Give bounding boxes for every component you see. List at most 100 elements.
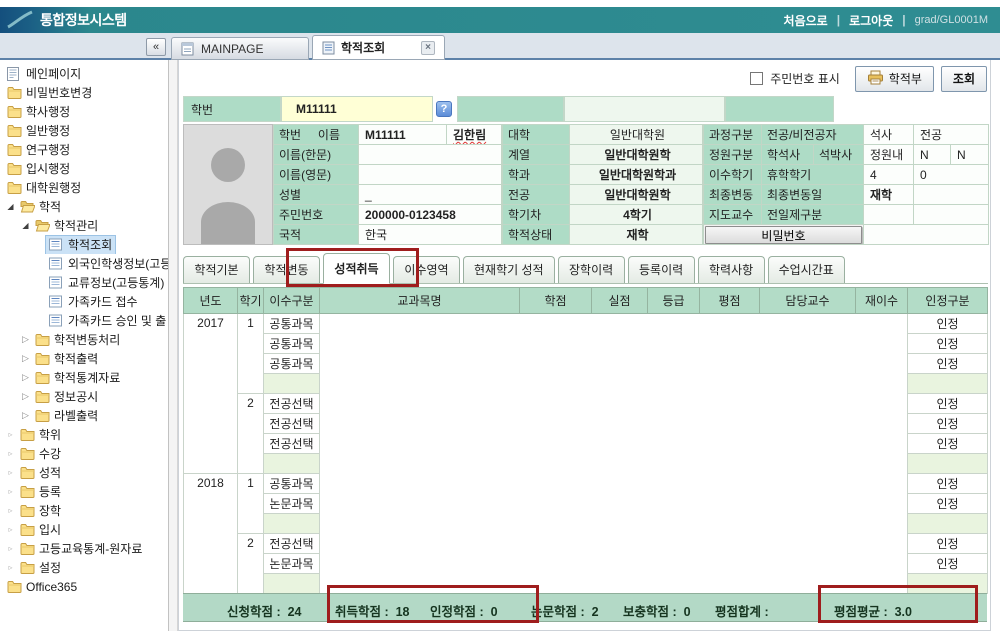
sidebar-item[interactable]: ▹고등교육통계-원자료 <box>0 539 168 558</box>
grade-cell <box>700 314 760 334</box>
tree-expand-arrow-icon[interactable]: ▹ <box>4 449 17 458</box>
content-panel: 주민번호 표시 학적부 조회 학번 M11111 ? 학번 <box>178 60 991 631</box>
student-id-input[interactable]: M11111 <box>281 96 433 122</box>
sidebar-item[interactable]: 메인페이지 <box>0 64 168 83</box>
sidebar-item[interactable]: 입시행정 <box>0 159 168 178</box>
tree-expand-arrow-icon[interactable]: ▹ <box>4 544 17 553</box>
sidebar-item-label: 학적변동처리 <box>54 331 120 348</box>
sidebar-item[interactable]: ▹수강 <box>0 444 168 463</box>
tree-expand-arrow-icon[interactable]: ▹ <box>4 487 17 496</box>
sidebar-item[interactable]: ▹학위 <box>0 425 168 444</box>
tree-expand-arrow-icon[interactable]: ▷ <box>19 353 32 364</box>
tree-expand-arrow-icon[interactable]: ▷ <box>19 410 32 421</box>
sidebar-item-label: 학적조회 <box>68 236 112 253</box>
grade-cell <box>648 334 700 354</box>
logout-link[interactable]: 로그아웃 <box>849 12 893 29</box>
sidebar-item-label: 등록 <box>39 483 61 500</box>
sidebar-item[interactable]: 비밀번호변경 <box>0 83 168 102</box>
info-label: 계열 <box>503 145 570 165</box>
record-tab[interactable]: 학력사항 <box>698 256 765 283</box>
sidebar-item[interactable]: 일반행정 <box>0 121 168 140</box>
sidebar-item[interactable]: ▷ 학적변동처리 <box>0 330 168 349</box>
sidebar-item-label: 학사행정 <box>26 103 70 120</box>
sidebar-item-label: 메인페이지 <box>26 65 81 82</box>
record-tab[interactable]: 성적취득 <box>323 253 390 284</box>
tree-expand-arrow-icon[interactable]: ▹ <box>4 563 17 572</box>
form-icon <box>49 295 66 308</box>
record-tab[interactable]: 등록이력 <box>628 256 695 283</box>
grade-cell <box>592 334 648 354</box>
sidebar-item[interactable]: 가족카드 승인 및 출 <box>0 311 168 330</box>
record-book-button[interactable]: 학적부 <box>855 66 934 92</box>
home-link[interactable]: 처음으로 <box>784 12 828 29</box>
sidebar-item[interactable]: ▷정보공시 <box>0 387 168 406</box>
sidebar-item[interactable]: ▹ 등록 <box>0 482 168 501</box>
tree-collapse-arrow-icon[interactable]: ◢ <box>19 221 32 230</box>
grade-row: 20181공통과목인정 <box>184 474 988 494</box>
search-button[interactable]: 조회 <box>941 66 987 92</box>
sidebar-item[interactable]: ▷ 라벨출력 <box>0 406 168 425</box>
record-tab[interactable]: 이수영역 <box>393 256 460 283</box>
grade-cell <box>648 354 700 374</box>
sidebar-collapse-button[interactable]: « <box>146 38 166 56</box>
tree-expand-arrow-icon[interactable]: ▹ <box>4 468 17 477</box>
record-tab[interactable]: 학적기본 <box>183 256 250 283</box>
tree-expand-arrow-icon[interactable]: ▷ <box>19 372 32 383</box>
tab-hakjeok-johoe[interactable]: 학적조회 × <box>312 35 445 60</box>
sidebar-item[interactable]: Office365 <box>0 577 168 596</box>
record-tab[interactable]: 학적변동 <box>253 256 320 283</box>
info-label: 성별 <box>274 185 359 205</box>
sidebar-item[interactable]: ▹장학 <box>0 501 168 520</box>
record-tab[interactable]: 장학이력 <box>558 256 625 283</box>
sidebar-item[interactable]: ▹입시 <box>0 520 168 539</box>
tree-expand-arrow-icon[interactable]: ▹ <box>4 430 17 439</box>
info-row: 학번 이름 M11111 김한림 <box>274 125 502 145</box>
help-icon[interactable]: ? <box>436 101 452 117</box>
info-value <box>359 145 502 165</box>
sidebar-item[interactable]: ▹성적 <box>0 463 168 482</box>
sidebar-item[interactable]: 가족카드 접수 <box>0 292 168 311</box>
folder-open-icon <box>20 200 37 213</box>
tree-expand-arrow-icon[interactable]: ▷ <box>19 334 32 345</box>
sidebar-item[interactable]: 외국인학생정보(고등 <box>0 254 168 273</box>
sidebar-item[interactable]: 학적조회 <box>0 235 168 254</box>
tree-expand-arrow-icon[interactable]: ▹ <box>4 506 17 515</box>
grade-cell <box>700 334 760 354</box>
sidebar-splitter[interactable] <box>169 60 178 631</box>
ssn-display-checkbox[interactable] <box>750 72 763 85</box>
printer-icon <box>867 70 884 88</box>
grade-row: 전공선택인정 <box>184 414 988 434</box>
sidebar-item-label: 라벨출력 <box>54 407 98 424</box>
sidebar-item[interactable]: ▷학적통계자료 <box>0 368 168 387</box>
close-tab-icon[interactable]: × <box>421 41 435 55</box>
sidebar-item-label: 설정 <box>39 559 61 576</box>
sidebar-item[interactable]: 대학원행정 <box>0 178 168 197</box>
sidebar-item[interactable]: ▹ 설정 <box>0 558 168 577</box>
record-tab[interactable]: 현재학기 성적 <box>463 256 555 283</box>
sidebar-item[interactable]: 학사행정 <box>0 102 168 121</box>
tab-mainpage[interactable]: MAINPAGE <box>171 37 309 60</box>
grade-cell: 공통과목 <box>264 354 320 374</box>
grade-cell <box>520 394 592 414</box>
tree-expand-arrow-icon[interactable]: ▹ <box>4 525 17 534</box>
folder-icon <box>35 352 52 365</box>
sidebar-item[interactable]: 연구행정 <box>0 140 168 159</box>
tree-expand-arrow-icon[interactable]: ▷ <box>19 391 32 402</box>
grade-cell <box>908 454 988 474</box>
password-button[interactable]: 비밀번호 <box>705 226 862 244</box>
sidebar-item[interactable]: ▷학적출력 <box>0 349 168 368</box>
record-tab[interactable]: 수업시간표 <box>768 256 845 283</box>
folder-icon <box>7 162 24 175</box>
sidebar-item[interactable]: 교류정보(고등통계) <box>0 273 168 292</box>
grade-cell <box>592 374 648 394</box>
grade-cell <box>320 314 520 334</box>
tree-collapse-arrow-icon[interactable]: ◢ <box>4 202 17 211</box>
grade-cell <box>700 514 760 534</box>
folder-icon <box>7 143 24 156</box>
grade-cell <box>700 374 760 394</box>
grade-cell <box>700 574 760 594</box>
sidebar-item[interactable]: ◢학적관리 <box>0 216 168 235</box>
sidebar-item[interactable]: ◢학적 <box>0 197 168 216</box>
grade-row: 전공선택인정 <box>184 434 988 454</box>
info-label: 이름(영문) <box>274 165 359 185</box>
